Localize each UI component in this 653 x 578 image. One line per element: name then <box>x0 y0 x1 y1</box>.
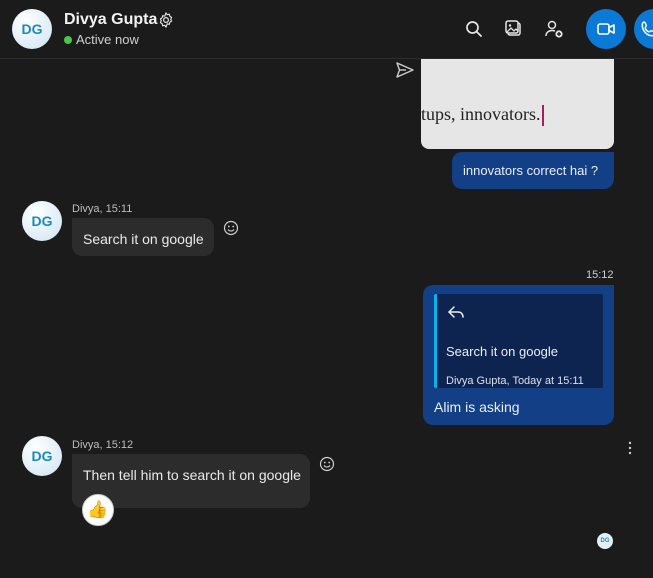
sender-avatar[interactable]: DG <box>22 436 62 476</box>
emoji-reaction-icon[interactable] <box>223 220 239 236</box>
video-call-button[interactable] <box>586 9 626 49</box>
quoted-message[interactable]: Search it on google Divya Gupta, Today a… <box>434 294 603 388</box>
sender-timestamp: Divya, 15:12 <box>72 439 134 451</box>
gallery-icon[interactable] <box>504 19 524 39</box>
audio-call-button[interactable] <box>634 9 653 49</box>
message-text: innovators correct hai ? <box>463 163 599 178</box>
emoji-reaction-icon[interactable] <box>319 456 335 472</box>
more-options-icon[interactable] <box>628 441 632 455</box>
audio-call-icon <box>641 21 653 37</box>
message-time: 15:12 <box>586 269 614 281</box>
contact-name[interactable]: Divya Gupta <box>64 11 157 29</box>
add-person-icon[interactable] <box>544 19 564 39</box>
incoming-message[interactable]: Search it on google <box>72 218 214 256</box>
presence-status: Active now <box>64 32 139 47</box>
send-icon[interactable] <box>395 60 415 80</box>
gear-icon[interactable] <box>157 11 175 29</box>
shared-image[interactable]: tups, innovators. <box>421 59 614 149</box>
message-text: Then tell him to search it on google <box>83 467 301 483</box>
quoted-text: Search it on google <box>446 344 559 359</box>
read-receipt-avatar: DG <box>597 533 613 549</box>
message-text: Alim is asking <box>434 399 520 415</box>
video-call-icon <box>597 23 615 35</box>
contact-avatar[interactable]: DG <box>12 9 52 49</box>
thumbs-up-reaction[interactable]: 👍 <box>82 494 114 526</box>
online-dot-icon <box>64 35 72 44</box>
message-text: Search it on google <box>83 231 204 247</box>
quoted-meta: Divya Gupta, Today at 15:11 <box>446 375 584 387</box>
outgoing-message[interactable]: innovators correct hai ? <box>452 152 614 189</box>
sender-timestamp: Divya, 15:11 <box>72 203 133 215</box>
status-text: Active now <box>76 32 139 47</box>
image-text: tups, innovators. <box>421 104 544 127</box>
chat-header: DG Divya Gupta Active now <box>0 0 653 59</box>
search-icon[interactable] <box>464 19 484 39</box>
outgoing-reply-message[interactable]: Search it on google Divya Gupta, Today a… <box>423 285 614 425</box>
text-cursor <box>541 105 544 127</box>
sender-avatar[interactable]: DG <box>22 201 62 241</box>
reaction-emoji: 👍 <box>87 500 109 519</box>
reply-icon <box>448 306 464 318</box>
